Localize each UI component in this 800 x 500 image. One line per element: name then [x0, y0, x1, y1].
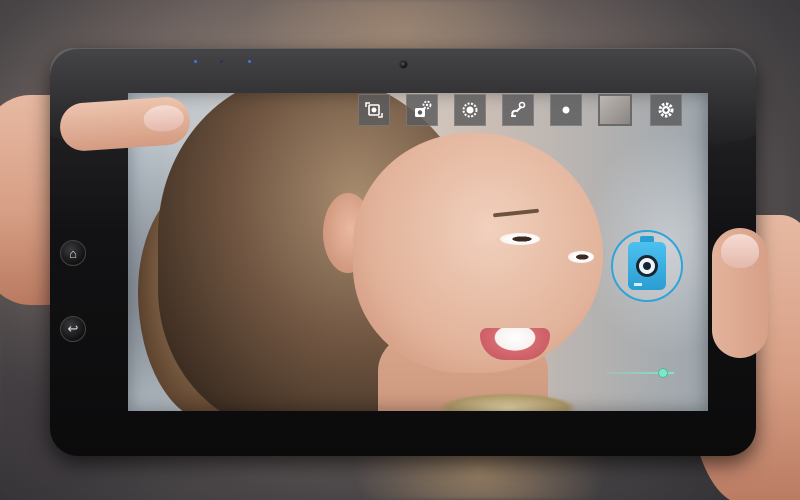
record-button[interactable] — [550, 94, 582, 126]
settings-button[interactable] — [650, 94, 682, 126]
sun-icon — [462, 102, 478, 118]
gear-icon — [658, 102, 674, 118]
front-camera-lens — [399, 60, 408, 69]
status-led — [220, 60, 223, 63]
gallery-thumbnail[interactable] — [598, 94, 632, 126]
camera-capture-icon-part — [634, 283, 642, 286]
shutter-button[interactable] — [611, 230, 683, 302]
camera-gear-icon — [415, 100, 432, 117]
thumbnail-nail — [721, 234, 759, 268]
dot-icon — [562, 106, 570, 114]
camera-capture-icon-part — [640, 236, 654, 242]
right-thumb — [712, 228, 768, 358]
switch-camera-button[interactable] — [358, 94, 390, 126]
magic-wand-icon — [511, 101, 526, 117]
photo-subject — [480, 328, 550, 360]
left-thumb — [58, 95, 192, 153]
home-icon: ⌂ — [69, 245, 77, 261]
camera-settings-button[interactable] — [406, 94, 438, 126]
status-led — [248, 60, 251, 63]
effects-button[interactable] — [502, 94, 534, 126]
back-icon: ↩ — [67, 321, 79, 336]
status-led — [194, 60, 197, 63]
photo-subject — [500, 233, 540, 245]
camera-capture-icon — [628, 236, 666, 290]
thumbnail-nail — [142, 103, 185, 133]
switch-camera-icon — [365, 102, 383, 118]
photo-subject — [353, 133, 603, 373]
home-button[interactable]: ⌂ — [60, 240, 86, 266]
back-button[interactable]: ↩ — [60, 316, 86, 342]
zoom-slider[interactable] — [606, 368, 674, 378]
photo-subject — [568, 251, 594, 263]
camera-toolbar — [358, 94, 682, 126]
exposure-button[interactable] — [454, 94, 486, 126]
camera-capture-icon-lens — [636, 255, 658, 277]
